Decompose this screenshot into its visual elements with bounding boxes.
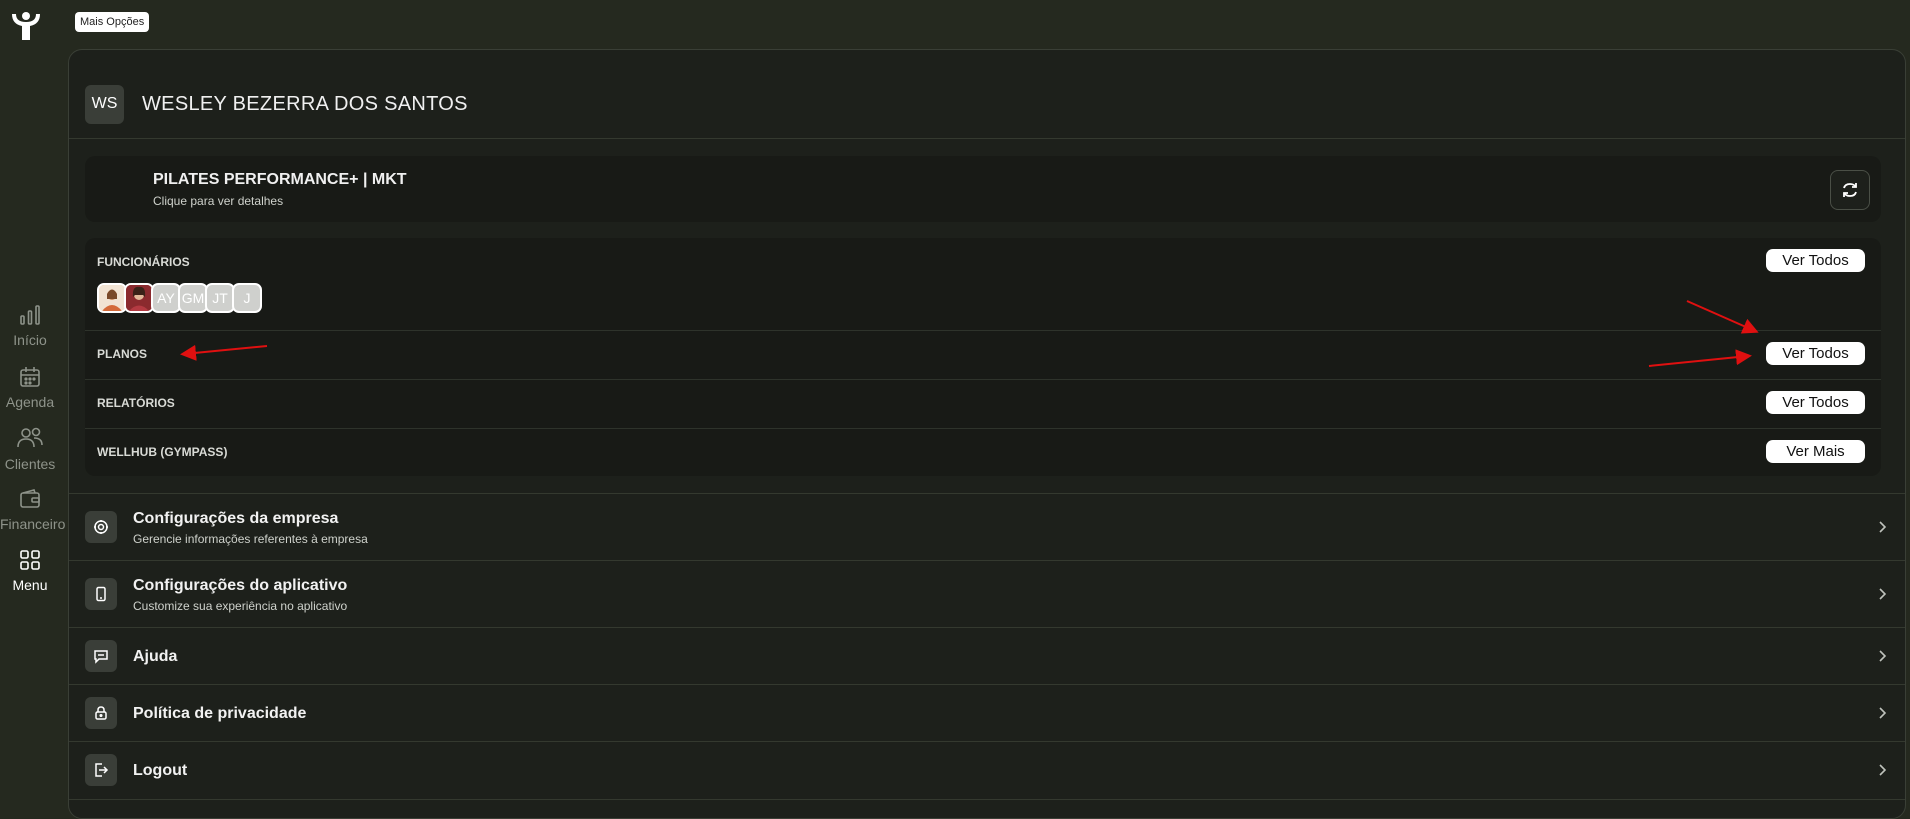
relatorios-ver-todos-button[interactable]: Ver Todos — [1766, 391, 1865, 414]
menu-item-title: Configurações do aplicativo — [133, 577, 348, 594]
menu-item-subtitle: Customize sua experiência no aplicativo — [133, 599, 348, 613]
section-label: FUNCIONÁRIOS — [97, 255, 190, 269]
chevron-right-icon — [1879, 588, 1887, 600]
nav-label: Agenda — [5, 394, 55, 410]
section-label: RELATÓRIOS — [97, 396, 175, 410]
divider — [69, 138, 1905, 139]
section-relatorios: RELATÓRIOS Ver Todos — [85, 379, 1881, 429]
chevron-right-icon — [1879, 764, 1887, 776]
chevron-right-icon — [1879, 650, 1887, 662]
refresh-icon — [1843, 183, 1857, 197]
person-photo-icon — [99, 285, 125, 311]
nav-agenda[interactable]: Agenda — [0, 366, 60, 410]
planos-ver-todos-button[interactable]: Ver Todos — [1766, 342, 1865, 365]
section-wellhub: WELLHUB (GYMPASS) Ver Mais — [85, 428, 1881, 476]
nav-label: Clientes — [4, 456, 56, 472]
wellhub-ver-mais-button[interactable]: Ver Mais — [1766, 440, 1865, 463]
switch-company-button[interactable] — [1830, 170, 1870, 210]
avatar[interactable]: AY — [151, 283, 181, 313]
chevron-right-icon — [1879, 707, 1887, 719]
menu-item-title: Logout — [133, 762, 188, 779]
nav-label: Início — [13, 332, 47, 348]
nav-label: Financeiro — [0, 516, 66, 532]
users-icon — [17, 427, 43, 448]
funcionarios-ver-todos-button[interactable]: Ver Todos — [1766, 249, 1865, 272]
menu-item-title: Ajuda — [133, 648, 178, 665]
sections-card: FUNCIONÁRIOS Ver Todos AY GM JT J PLANOS… — [85, 238, 1881, 476]
profile-name: WESLEY BEZERRA DOS SANTOS — [142, 92, 468, 115]
nav-inicio[interactable]: Início — [0, 304, 60, 348]
lock-icon — [85, 697, 117, 729]
menu-item-ajuda[interactable]: Ajuda — [69, 627, 1905, 685]
nav-label: Menu — [12, 577, 48, 593]
profile-header: WS WESLEY BEZERRA DOS SANTOS — [85, 84, 468, 124]
section-planos: PLANOS Ver Todos — [85, 330, 1881, 380]
company-card[interactable]: PILATES PERFORMANCE+ | MKT Clique para v… — [85, 156, 1881, 222]
menu-panel: WS WESLEY BEZERRA DOS SANTOS PILATES PER… — [68, 49, 1906, 819]
section-funcionarios: FUNCIONÁRIOS Ver Todos AY GM JT J — [85, 238, 1881, 331]
company-subtitle: Clique para ver detalhes — [153, 194, 284, 208]
more-options-badge[interactable]: Mais Opções — [75, 12, 150, 32]
company-name: PILATES PERFORMANCE+ | MKT — [153, 171, 407, 188]
menu-item-title: Configurações da empresa — [133, 510, 339, 527]
logout-icon — [85, 754, 117, 786]
employee-avatars: AY GM JT J — [97, 283, 262, 313]
phone-icon — [85, 578, 117, 610]
section-label: PLANOS — [97, 347, 148, 361]
chat-icon — [85, 640, 117, 672]
app-logo-icon[interactable] — [8, 8, 44, 44]
menu-item-title: Política de privacidade — [133, 705, 307, 722]
menu-item-logout[interactable]: Logout — [69, 741, 1905, 800]
menu-item-config-empresa[interactable]: Configurações da empresa Gerencie inform… — [69, 493, 1905, 561]
avatar[interactable] — [124, 283, 154, 313]
avatar[interactable]: WS — [85, 84, 124, 124]
nav-clientes[interactable]: Clientes — [0, 426, 60, 472]
avatar[interactable]: JT — [205, 283, 235, 313]
nav-financeiro[interactable]: Financeiro — [0, 488, 66, 532]
menu-item-privacidade[interactable]: Política de privacidade — [69, 684, 1905, 742]
calendar-icon — [20, 367, 40, 387]
side-nav: Início Agenda Clientes Financeiro Menu — [0, 0, 66, 810]
person-photo-icon — [126, 285, 152, 311]
menu-item-subtitle: Gerencie informações referentes à empres… — [133, 532, 368, 546]
section-label: WELLHUB (GYMPASS) — [97, 445, 228, 459]
wallet-icon — [20, 489, 40, 508]
bar-chart-icon — [20, 305, 40, 325]
avatar[interactable] — [97, 283, 127, 313]
nav-menu[interactable]: Menu — [0, 549, 60, 593]
chevron-right-icon — [1879, 521, 1887, 533]
avatar[interactable]: J — [232, 283, 262, 313]
gear-icon — [85, 511, 117, 543]
menu-item-config-aplicativo[interactable]: Configurações do aplicativo Customize su… — [69, 560, 1905, 628]
avatar[interactable]: GM — [178, 283, 208, 313]
grid-icon — [20, 550, 40, 570]
